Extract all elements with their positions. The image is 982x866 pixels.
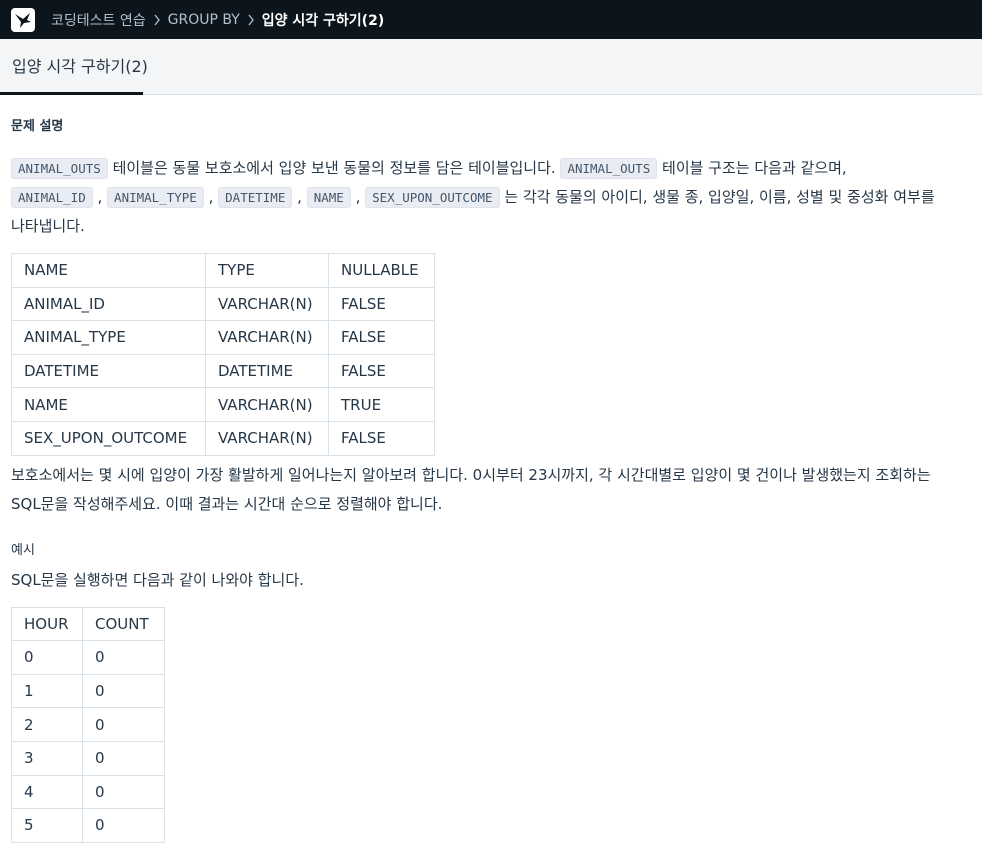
- table-row: 3 0: [11, 740, 165, 776]
- table-cell: FALSE: [328, 420, 435, 456]
- table-cell: SEX_UPON_OUTCOME: [11, 420, 206, 456]
- table-cell: 4: [11, 774, 83, 810]
- separator-text: ,: [203, 188, 219, 206]
- inline-code: DATETIME: [218, 187, 293, 208]
- table-cell: 0: [82, 640, 165, 675]
- breadcrumb-item-group-by[interactable]: GROUP BY: [168, 12, 240, 28]
- table-cell: FALSE: [328, 320, 435, 355]
- table-cell: FALSE: [328, 353, 435, 389]
- intro-text: 테이블 구조는 다음과 같으며,: [657, 159, 847, 177]
- table-cell: VARCHAR(N): [205, 286, 329, 322]
- table-cell: FALSE: [328, 286, 435, 322]
- table-cell: 0: [11, 640, 83, 675]
- table-row: 1 0: [11, 673, 165, 709]
- table-cell: 3: [11, 740, 83, 776]
- table-cell: VARCHAR(N): [205, 387, 329, 422]
- table-cell: 0: [82, 774, 165, 810]
- table-row: SEX_UPON_OUTCOME VARCHAR(N) FALSE: [11, 420, 435, 456]
- table-cell: 1: [11, 673, 83, 709]
- problem-content: 문제 설명 ANIMAL_OUTS 테이블은 동물 보호소에서 입양 보낸 동물…: [0, 115, 982, 843]
- task-text: 보호소에서는 몇 시에 입양이 가장 활발하게 일어나는지 알아보려 합니다. …: [11, 465, 931, 484]
- table-cell: ANIMAL_ID: [11, 286, 206, 322]
- table-header-cell: TYPE: [205, 253, 329, 288]
- tab-bar: 입양 시각 구하기(2): [0, 39, 982, 95]
- table-row: NAME VARCHAR(N) TRUE: [11, 387, 435, 422]
- table-header-cell: HOUR: [11, 606, 83, 642]
- table-cell: ANIMAL_TYPE: [11, 320, 206, 355]
- inline-code: ANIMAL_OUTS: [560, 158, 658, 179]
- separator-text: ,: [350, 188, 366, 206]
- table-cell: 5: [11, 808, 83, 843]
- intro-text: 테이블은 동물 보호소에서 입양 보낸 동물의 정보를 담은 테이블입니다.: [107, 159, 561, 177]
- separator-text: ,: [92, 188, 108, 206]
- intro-text: 나타냅니다.: [11, 217, 85, 235]
- top-navigation-bar: 코딩테스트 연습 GROUP BY 입양 시각 구하기(2): [0, 0, 982, 39]
- inline-code: NAME: [306, 187, 351, 208]
- inline-code: ANIMAL_OUTS: [11, 158, 108, 179]
- table-row: ANIMAL_TYPE VARCHAR(N) FALSE: [11, 320, 435, 355]
- table-cell: NAME: [11, 387, 206, 422]
- table-cell: 0: [82, 673, 165, 709]
- programmers-logo-icon[interactable]: [11, 7, 35, 32]
- breadcrumb-current: 입양 시각 구하기(2): [261, 12, 385, 29]
- table-header-cell: NULLABLE: [328, 253, 435, 288]
- tab-problem-title[interactable]: 입양 시각 구하기(2): [0, 39, 148, 95]
- table-cell: DATETIME: [11, 353, 206, 389]
- chevron-right-icon: [153, 14, 161, 26]
- table-header-row: NAME TYPE NULLABLE: [11, 253, 435, 288]
- section-title: 문제 설명: [11, 119, 64, 134]
- table-header-cell: NAME: [11, 253, 206, 288]
- example-title: 예시: [11, 542, 35, 558]
- inline-code: SEX_UPON_OUTCOME: [365, 187, 500, 208]
- table-cell: DATETIME: [205, 353, 329, 389]
- separator-text: ,: [292, 188, 307, 206]
- table-cell: 0: [82, 707, 165, 742]
- intro-paragraph: ANIMAL_OUTS 테이블은 동물 보호소에서 입양 보낸 동물의 정보를 …: [11, 154, 971, 241]
- table-cell: VARCHAR(N): [205, 420, 329, 456]
- example-description: SQL문을 실행하면 다음과 같이 나와야 합니다.: [11, 570, 304, 589]
- table-cell: 0: [82, 808, 165, 843]
- task-text: SQL문을 작성해주세요. 이때 결과는 시간대 순으로 정렬해야 합니다.: [11, 494, 443, 513]
- table-row: 4 0: [11, 774, 165, 810]
- inline-code: ANIMAL_TYPE: [107, 187, 204, 208]
- chevron-right-icon: [247, 14, 255, 26]
- table-cell: TRUE: [328, 387, 435, 422]
- table-header-cell: COUNT: [82, 606, 165, 642]
- table-cell: 0: [82, 740, 165, 776]
- table-row: DATETIME DATETIME FALSE: [11, 353, 435, 389]
- result-table: HOUR COUNT 0 0 1 0 2 0 3 0 4 0 5 0: [11, 606, 165, 843]
- table-cell: 2: [11, 707, 83, 742]
- schema-table: NAME TYPE NULLABLE ANIMAL_ID VARCHAR(N) …: [11, 253, 435, 456]
- table-cell: VARCHAR(N): [205, 320, 329, 355]
- table-row: 0 0: [11, 640, 165, 675]
- table-row: ANIMAL_ID VARCHAR(N) FALSE: [11, 286, 435, 322]
- breadcrumb-item-coding-test[interactable]: 코딩테스트 연습: [51, 10, 146, 30]
- table-row: 5 0: [11, 808, 165, 843]
- table-header-row: HOUR COUNT: [11, 606, 165, 642]
- table-row: 2 0: [11, 707, 165, 742]
- inline-code: ANIMAL_ID: [11, 187, 93, 208]
- intro-text: 는 각각 동물의 아이디, 생물 종, 입양일, 이름, 성별 및 중성화 여부…: [499, 188, 935, 206]
- task-paragraph: 보호소에서는 몇 시에 입양이 가장 활발하게 일어나는지 알아보려 합니다. …: [11, 461, 971, 519]
